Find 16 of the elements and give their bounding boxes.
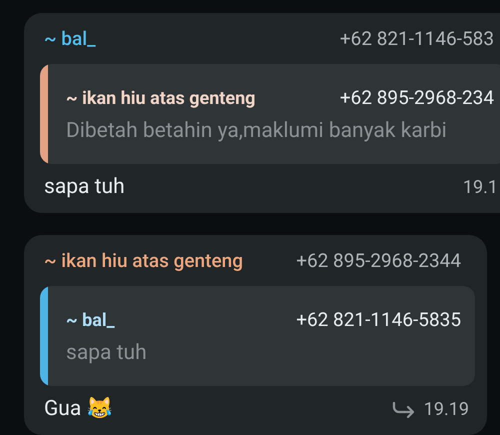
quoted-message[interactable]: ~ ikan hiu atas genteng +62 895-2968-234 Dibetah betahin ya,maklumi banyak karbi — [40, 64, 500, 164]
sender-name: ~ bal_ — [44, 26, 96, 52]
phone-number: +62 821-1146-583 — [340, 26, 494, 52]
message-text: Gua 😹 — [44, 396, 113, 422]
message-time: 19.19 — [424, 398, 469, 422]
quoted-text: Dibetah betahin ya,maklumi banyak karbi — [66, 118, 448, 145]
quoted-text: sapa tuh — [66, 340, 148, 367]
message-text: sapa tuh — [44, 174, 125, 200]
message-time: 19.1 — [462, 176, 498, 200]
phone-number: +62 895-2968-2344 — [296, 248, 461, 274]
sender-name: ~ ikan hiu atas genteng — [44, 248, 243, 274]
quoted-sender: ~ ikan hiu atas genteng — [66, 86, 256, 110]
quoted-message[interactable]: ~ bal_ +62 821-1146-5835 sapa tuh — [40, 286, 475, 386]
quoted-phone: +62 821-1146-5835 — [296, 306, 461, 332]
quoted-phone: +62 895-2968-234 — [340, 84, 494, 110]
quoted-sender: ~ bal_ — [66, 308, 115, 332]
